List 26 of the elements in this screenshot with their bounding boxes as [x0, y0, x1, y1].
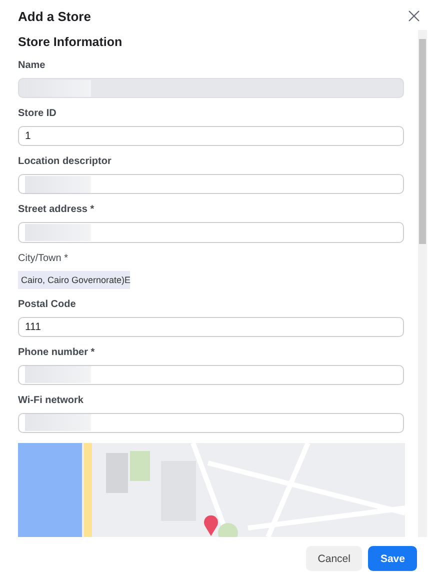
dialog-title: Add a Store: [18, 8, 91, 24]
redacted-value: [25, 176, 91, 193]
input-field[interactable]: 111: [18, 316, 404, 337]
city-chip[interactable]: Cairo, Cairo Governorate)E: [18, 270, 130, 289]
field-label: Store ID: [18, 108, 58, 120]
input-field[interactable]: 1: [18, 126, 404, 146]
field-label: City/Town *: [18, 252, 70, 264]
section-title: Store Information: [18, 35, 124, 49]
scrollbar-thumb[interactable]: [419, 39, 426, 244]
redacted-value: [25, 414, 91, 432]
redacted-value: [25, 224, 91, 241]
field-label: Street address *: [18, 204, 96, 216]
field-label: Location descriptor: [18, 156, 112, 168]
field-label: Name: [18, 60, 46, 71]
save-button[interactable]: Save: [368, 546, 417, 571]
input-field[interactable]: [18, 174, 404, 194]
input-field[interactable]: [18, 364, 404, 385]
close-icon[interactable]: [407, 9, 421, 23]
input-field[interactable]: [18, 412, 404, 433]
field-label: Postal Code: [18, 298, 77, 310]
field-label: Wi-Fi network: [18, 394, 84, 406]
scrollbar[interactable]: [418, 30, 427, 537]
cancel-button[interactable]: Cancel: [306, 546, 362, 571]
redacted-value: [25, 366, 91, 384]
field-label: Phone number *: [18, 346, 96, 358]
input-field[interactable]: [18, 222, 404, 242]
